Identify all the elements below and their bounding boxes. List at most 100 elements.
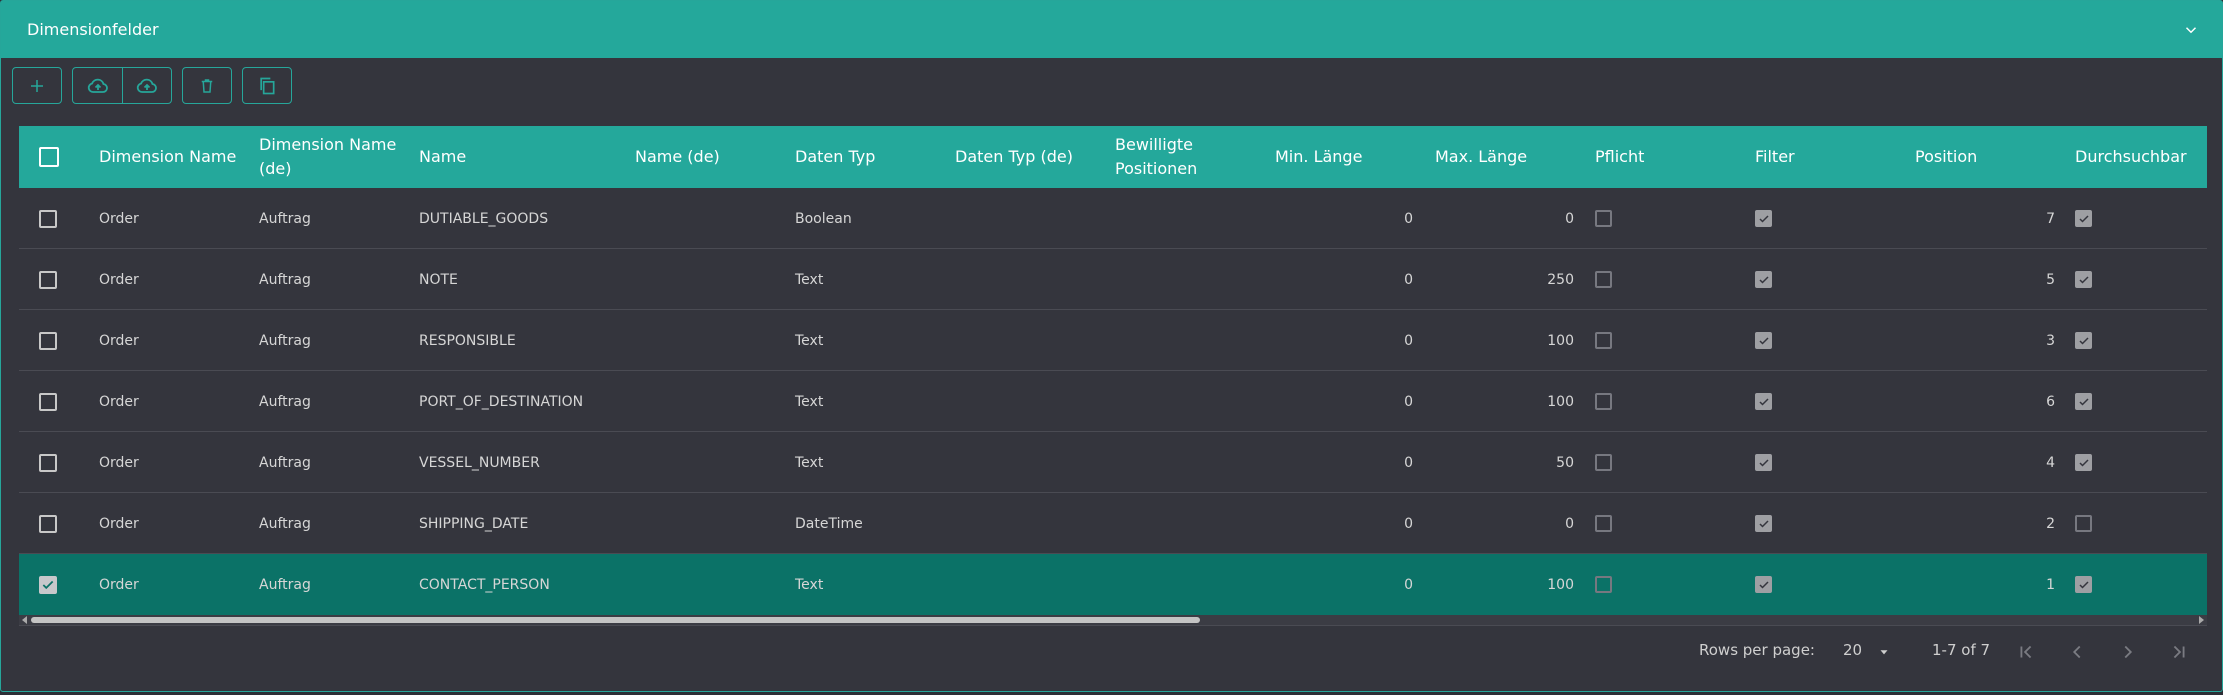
col-pflicht[interactable]: Pflicht	[1595, 126, 1745, 188]
pflicht-checkbox[interactable]	[1595, 393, 1612, 410]
row-select-cell[interactable]	[39, 310, 57, 371]
footer-divider	[19, 625, 2207, 626]
scroll-left-arrow[interactable]	[22, 616, 27, 624]
pflicht-checkbox[interactable]	[1595, 332, 1612, 349]
horizontal-scrollbar[interactable]	[19, 615, 2207, 625]
table-row[interactable]: Order Auftrag PORT_OF_DESTINATION Text 0 100 6	[19, 371, 2207, 432]
col-min-laenge[interactable]: Min. Länge	[1275, 126, 1425, 188]
table-row[interactable]: Order Auftrag CONTACT_PERSON Text 0 100 1	[19, 554, 2207, 615]
col-name-de[interactable]: Name (de)	[635, 126, 785, 188]
scrollbar-thumb[interactable]	[31, 617, 1200, 623]
row-select-cell[interactable]	[39, 554, 57, 615]
table-row[interactable]: Order Auftrag NOTE Text 0 250 5	[19, 249, 2207, 310]
durchsuchbar-checkbox[interactable]	[2075, 515, 2092, 532]
pflicht-checkbox[interactable]	[1595, 454, 1612, 471]
col-daten-typ[interactable]: Daten Typ	[795, 126, 945, 188]
delete-button[interactable]	[183, 68, 231, 103]
check-icon	[2078, 275, 2089, 284]
add-button[interactable]	[13, 68, 61, 103]
cell-bewilligte-positionen	[1115, 188, 1265, 249]
col-dimension-name-de[interactable]: Dimension Name (de)	[259, 126, 409, 188]
copy-button[interactable]	[243, 68, 291, 103]
col-bewilligte-positionen[interactable]: Bewilligte Positionen	[1115, 126, 1245, 188]
pflicht-checkbox[interactable]	[1595, 210, 1612, 227]
cell-daten-typ: DateTime	[795, 515, 863, 532]
table-row[interactable]: Order Auftrag VESSEL_NUMBER Text 0 50 4	[19, 432, 2207, 493]
filter-checkbox[interactable]	[1755, 271, 1772, 288]
cell-dimension-name: Order	[99, 271, 139, 288]
cell-pflicht	[1595, 493, 1745, 554]
filter-checkbox[interactable]	[1755, 210, 1772, 227]
durchsuchbar-checkbox[interactable]	[2075, 271, 2092, 288]
scroll-right-arrow[interactable]	[2199, 616, 2204, 624]
cell-pflicht	[1595, 554, 1745, 615]
first-page-icon[interactable]	[2015, 641, 2037, 663]
cell-name-de	[635, 432, 785, 493]
col-position[interactable]: Position	[1915, 126, 2065, 188]
cloud-upload-icon	[87, 78, 108, 93]
col-durchsuchbar[interactable]: Durchsuchbar	[2075, 126, 2207, 188]
col-filter[interactable]: Filter	[1755, 126, 1905, 188]
durchsuchbar-checkbox[interactable]	[2075, 332, 2092, 349]
last-page-icon[interactable]	[2168, 641, 2190, 663]
row-select-checkbox[interactable]	[39, 209, 57, 228]
previous-page-icon[interactable]	[2066, 641, 2088, 663]
filter-checkbox[interactable]	[1755, 515, 1772, 532]
rows-per-page-select[interactable]: 20	[1843, 641, 1893, 663]
cell-max-laenge: 250	[1547, 271, 1574, 288]
row-select-checkbox[interactable]	[39, 331, 57, 350]
pflicht-checkbox[interactable]	[1595, 576, 1612, 593]
select-all-checkbox-cell[interactable]	[39, 126, 59, 188]
row-select-cell[interactable]	[39, 249, 57, 310]
row-select-cell[interactable]	[39, 371, 57, 432]
row-select-cell[interactable]	[39, 432, 57, 493]
filter-checkbox[interactable]	[1755, 576, 1772, 593]
durchsuchbar-checkbox[interactable]	[2075, 393, 2092, 410]
durchsuchbar-checkbox[interactable]	[2075, 210, 2092, 227]
filter-checkbox[interactable]	[1755, 332, 1772, 349]
row-select-checkbox[interactable]	[39, 270, 57, 289]
cell-max-laenge: 100	[1547, 393, 1574, 410]
table-row[interactable]: Order Auftrag DUTIABLE_GOODS Boolean 0 0 7	[19, 188, 2207, 249]
pflicht-checkbox[interactable]	[1595, 515, 1612, 532]
table-row[interactable]: Order Auftrag RESPONSIBLE Text 0 100 3	[19, 310, 2207, 371]
cell-min-laenge: 0	[1404, 454, 1413, 471]
pflicht-checkbox[interactable]	[1595, 271, 1612, 288]
next-page-icon[interactable]	[2117, 641, 2139, 663]
dimension-fields-panel: Dimensionfelder Dimension Name Dimension…	[0, 0, 2223, 692]
row-select-checkbox[interactable]	[39, 575, 57, 594]
cell-max-laenge: 0	[1565, 515, 1574, 532]
cell-name: NOTE	[419, 271, 458, 288]
cell-name: RESPONSIBLE	[419, 332, 516, 349]
col-dimension-name[interactable]: Dimension Name	[99, 126, 249, 188]
cell-bewilligte-positionen	[1115, 371, 1265, 432]
cell-min-laenge: 0	[1404, 393, 1413, 410]
row-select-checkbox[interactable]	[39, 514, 57, 533]
row-select-checkbox[interactable]	[39, 392, 57, 411]
cell-name: SHIPPING_DATE	[419, 515, 529, 532]
row-select-cell[interactable]	[39, 493, 57, 554]
durchsuchbar-checkbox[interactable]	[2075, 576, 2092, 593]
upload-alt-button[interactable]	[122, 68, 171, 103]
chevron-down-icon[interactable]	[2182, 21, 2200, 39]
filter-checkbox[interactable]	[1755, 454, 1772, 471]
filter-checkbox[interactable]	[1755, 393, 1772, 410]
col-name[interactable]: Name	[419, 126, 619, 188]
cell-daten-typ-de	[955, 249, 1105, 310]
table-row[interactable]: Order Auftrag SHIPPING_DATE DateTime 0 0 2	[19, 493, 2207, 554]
cell-bewilligte-positionen	[1115, 249, 1265, 310]
row-select-checkbox[interactable]	[39, 453, 57, 472]
pagination-range: 1-7 of 7	[1932, 641, 1991, 659]
col-daten-typ-de[interactable]: Daten Typ (de)	[955, 126, 1105, 188]
cell-pflicht	[1595, 249, 1745, 310]
cell-dimension-name-de: Auftrag	[259, 515, 311, 532]
panel-header[interactable]: Dimensionfelder	[1, 1, 2222, 58]
cell-name-de	[635, 554, 785, 615]
select-all-checkbox[interactable]	[39, 147, 59, 167]
upload-button[interactable]	[73, 68, 122, 103]
cell-dimension-name-de: Auftrag	[259, 210, 311, 227]
durchsuchbar-checkbox[interactable]	[2075, 454, 2092, 471]
row-select-cell[interactable]	[39, 188, 57, 249]
col-max-laenge[interactable]: Max. Länge	[1435, 126, 1585, 188]
cell-filter	[1755, 249, 1905, 310]
